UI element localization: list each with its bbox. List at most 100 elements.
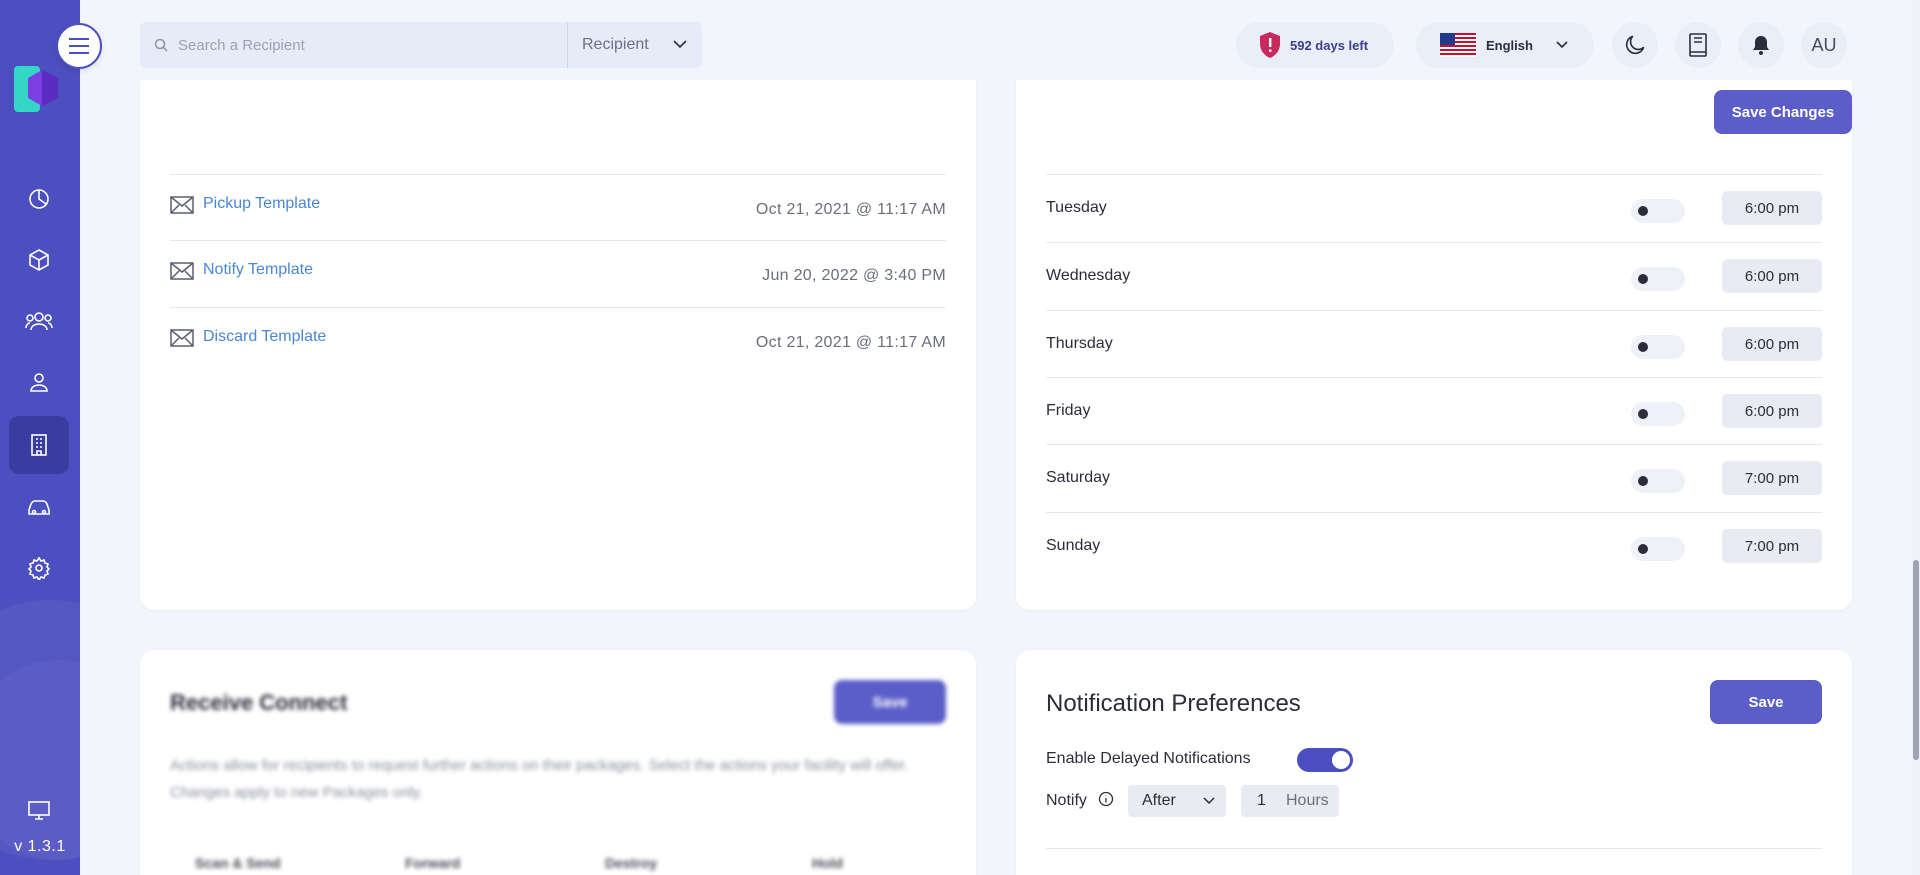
notify-delay-value: 1 <box>1257 792 1266 809</box>
delayed-notifications-label: Enable Delayed Notifications <box>1046 750 1251 767</box>
search-input[interactable] <box>178 36 538 54</box>
day-toggle[interactable] <box>1631 267 1685 291</box>
sidebar-item-facility[interactable] <box>9 416 69 474</box>
envelope-icon <box>170 196 194 214</box>
us-flag-icon <box>1440 33 1476 57</box>
time-select[interactable]: 7:00 pm <box>1722 529 1822 563</box>
bell-icon <box>1753 36 1769 55</box>
day-label: Tuesday <box>1046 199 1107 216</box>
receive-connect-description: Actions allow for recipients to request … <box>170 757 909 801</box>
gear-icon <box>27 556 51 580</box>
notify-delay-unit: Hours <box>1286 792 1329 809</box>
time-select[interactable]: 6:00 pm <box>1722 327 1822 361</box>
notify-timing-select[interactable]: After <box>1128 785 1226 817</box>
template-row[interactable]: Pickup Template Oct 21, 2021 @ 11:17 AM <box>170 174 946 241</box>
schedule-row-wednesday: Wednesday 6:00 pm <box>1046 242 1822 310</box>
template-name-link[interactable]: Pickup Template <box>203 195 320 213</box>
car-icon <box>28 500 50 515</box>
envelope-icon <box>170 329 194 347</box>
time-select[interactable]: 6:00 pm <box>1722 259 1822 293</box>
day-label: Friday <box>1046 402 1091 419</box>
template-name-link[interactable]: Notify Template <box>203 261 313 279</box>
time-select[interactable]: 7:00 pm <box>1722 461 1822 495</box>
action-column-header: Forward <box>405 855 461 871</box>
menu-toggle-button[interactable] <box>56 23 102 69</box>
receive-connect-blur: Receive Connect Save Actions allow for r… <box>140 650 976 875</box>
notifications-button[interactable] <box>1738 22 1784 68</box>
template-name-link[interactable]: Discard Template <box>203 328 326 346</box>
template-row[interactable]: Discard Template Oct 21, 2021 @ 11:17 AM <box>170 307 946 374</box>
sidebar-item-kiosk[interactable] <box>9 781 69 839</box>
template-date: Oct 21, 2021 @ 11:17 AM <box>755 334 946 351</box>
app-version: v 1.3.1 <box>14 838 66 855</box>
receive-connect-title: Receive Connect <box>170 690 348 715</box>
app-logo[interactable] <box>14 66 60 112</box>
sidebar-item-packages[interactable] <box>9 231 69 289</box>
dark-mode-button[interactable] <box>1612 22 1658 68</box>
info-icon[interactable] <box>1098 791 1114 807</box>
language-select[interactable]: English <box>1416 22 1594 68</box>
template-date: Oct 21, 2021 @ 11:17 AM <box>755 201 946 218</box>
shield-alert-icon <box>1260 32 1280 58</box>
book-icon <box>1689 33 1707 57</box>
day-toggle[interactable] <box>1631 199 1685 223</box>
notify-timing-value: After <box>1142 792 1176 809</box>
toggle-knob <box>1638 409 1648 419</box>
search-icon <box>154 38 168 52</box>
toggle-knob <box>1638 206 1648 216</box>
sidebar-item-vehicles[interactable] <box>9 478 69 536</box>
search-type-value: Recipient <box>582 36 649 53</box>
box-icon <box>29 249 49 271</box>
chevron-down-icon <box>1203 797 1215 805</box>
template-date: Jun 20, 2022 @ 3:40 PM <box>762 267 946 284</box>
action-column-header: Destroy <box>605 855 658 871</box>
hamburger-icon <box>69 38 89 54</box>
template-row[interactable]: Notify Template Jun 20, 2022 @ 3:40 PM <box>170 240 946 307</box>
day-label: Sunday <box>1046 537 1101 554</box>
delayed-notifications-toggle[interactable] <box>1297 748 1353 772</box>
action-column-header: Scan & Send <box>195 855 281 871</box>
pie-chart-icon <box>29 189 49 209</box>
language-label: English <box>1486 37 1533 53</box>
day-toggle[interactable] <box>1631 537 1685 561</box>
toggle-knob <box>1332 751 1350 769</box>
days-left-text: 592 days left <box>1290 37 1369 53</box>
user-avatar[interactable]: AU <box>1801 22 1847 68</box>
schedule-row-saturday: Saturday 7:00 pm <box>1046 444 1822 512</box>
toggle-knob <box>1638 476 1648 486</box>
toggle-knob <box>1638 342 1648 352</box>
chevron-down-icon <box>673 40 687 49</box>
notification-preferences-card: Notification Preferences Save Enable Del… <box>1016 650 1852 875</box>
receive-connect-card: Receive Connect Save Actions allow for r… <box>140 650 976 875</box>
sidebar-item-dashboard[interactable] <box>9 170 69 228</box>
sidebar-item-recipients[interactable] <box>9 292 69 350</box>
schedule-row-sunday: Sunday 7:00 pm <box>1046 512 1822 580</box>
subscription-days-badge[interactable]: 592 days left <box>1236 22 1394 68</box>
notify-label: Notify <box>1046 792 1087 809</box>
notification-preferences-save-button[interactable]: Save <box>1710 680 1822 724</box>
save-changes-button[interactable]: Save Changes <box>1714 90 1852 134</box>
receive-connect-save-button: Save <box>834 680 946 724</box>
sidebar-item-profile[interactable] <box>9 353 69 411</box>
building-icon <box>31 434 47 456</box>
notify-delay-input[interactable]: 1 Hours <box>1241 785 1339 817</box>
schedule-row-tuesday: Tuesday 6:00 pm <box>1046 174 1822 242</box>
day-toggle[interactable] <box>1631 335 1685 359</box>
toggle-knob <box>1638 544 1648 554</box>
monitor-icon <box>28 801 50 820</box>
scrollbar-thumb[interactable] <box>1913 560 1919 760</box>
day-toggle[interactable] <box>1631 469 1685 493</box>
time-select[interactable]: 6:00 pm <box>1722 394 1822 428</box>
time-select[interactable]: 6:00 pm <box>1722 191 1822 225</box>
top-bar: Recipient 592 days left English AU <box>80 0 1920 90</box>
sidebar-item-settings[interactable] <box>9 539 69 597</box>
page-scrollbar[interactable] <box>1912 0 1920 875</box>
guide-button[interactable] <box>1675 22 1721 68</box>
search-type-select[interactable]: Recipient <box>567 22 702 68</box>
day-toggle[interactable] <box>1631 402 1685 426</box>
user-icon <box>30 373 48 392</box>
notification-preferences-title: Notification Preferences <box>1046 690 1301 717</box>
schedule-card: Tuesday 6:00 pm Wednesday 6:00 pm Thursd… <box>1016 80 1852 610</box>
users-icon <box>25 312 53 331</box>
moon-icon <box>1625 35 1645 55</box>
